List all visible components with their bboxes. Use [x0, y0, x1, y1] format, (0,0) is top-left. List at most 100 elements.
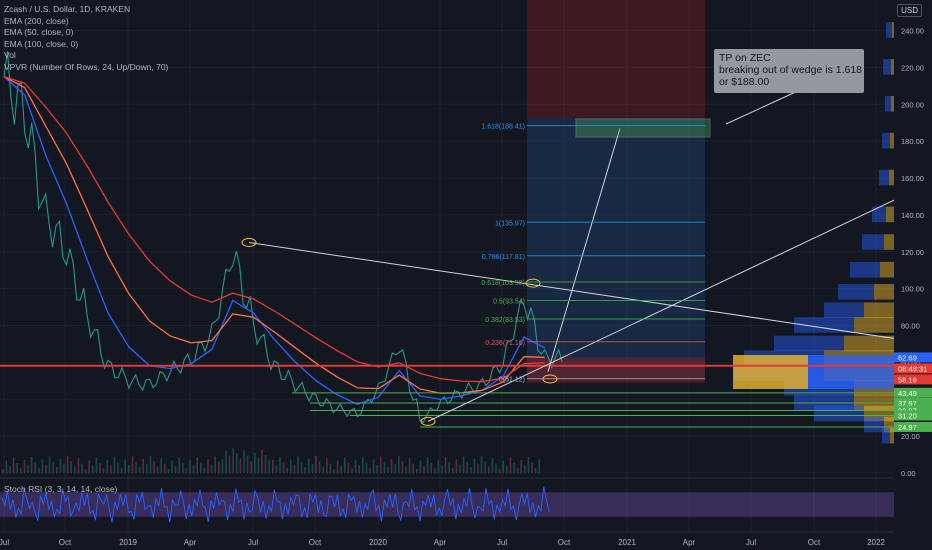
volume-bar [153, 461, 155, 473]
vpvr-up-bar [862, 234, 884, 250]
price-axis-tick: 240.00 [901, 27, 924, 36]
vpvr-down-bar [886, 206, 894, 223]
volume-bar [189, 460, 191, 473]
currency-label[interactable]: USD [897, 4, 922, 17]
volume-bar [311, 464, 314, 473]
volume-bar [516, 468, 519, 473]
volume-bar [344, 457, 346, 473]
volume-bar [135, 461, 137, 473]
vpvr-down-bar [880, 261, 894, 278]
volume-bar [387, 467, 389, 473]
volume-bar [405, 466, 407, 473]
volume-bar [491, 458, 494, 473]
time-axis-tick: Jul [746, 538, 756, 547]
volume-bar [498, 469, 501, 473]
price-tag-label: 31.20 [898, 411, 917, 420]
volume-bar [34, 462, 36, 473]
vpvr-up-bar [824, 302, 864, 319]
volume-bar [182, 463, 184, 473]
volume-bar [315, 455, 317, 473]
vpvr-down-bar [884, 234, 894, 250]
volume-bar [340, 466, 342, 473]
price-axis-tick: 220.00 [901, 63, 924, 72]
volume-bar [63, 464, 65, 473]
volume-bar [146, 464, 148, 473]
volume-bar [149, 455, 152, 473]
vpvr-up-bar [850, 261, 880, 278]
volume-bar [164, 463, 166, 473]
volume-bar [160, 458, 162, 473]
volume-bar [477, 464, 479, 473]
volume-bar [358, 465, 360, 473]
volume-bar [120, 467, 123, 473]
volume-bar [452, 467, 454, 473]
vpvr-down-bar [891, 59, 894, 75]
volume-bar [326, 458, 328, 473]
vpvr-up-bar [774, 335, 844, 352]
ema100-line [3, 76, 545, 394]
volume-bar [178, 457, 180, 473]
vpvr-up-bar [814, 405, 864, 422]
volume-bar [376, 464, 378, 473]
volume-bar [524, 465, 526, 473]
ema-lines [3, 75, 546, 406]
time-axis-tick: Oct [309, 538, 322, 547]
volume-bar [228, 456, 231, 473]
volume-bar [232, 447, 234, 473]
volume-bar [261, 449, 263, 473]
volume-bar [290, 459, 292, 473]
volume-bar [351, 468, 353, 473]
volume-bar [106, 460, 108, 473]
volume-bar [362, 457, 364, 473]
time-axis-tick: Oct [59, 538, 72, 547]
volume-bar [354, 460, 357, 473]
volume-bar [401, 461, 404, 473]
price-tag-label: 43.49 [898, 389, 917, 398]
volume-bar [534, 467, 537, 473]
volume-bar [390, 458, 393, 473]
volume-bar [2, 469, 4, 473]
vpvr-up-bar [883, 59, 891, 75]
vpvr-down-bar [892, 22, 894, 38]
volume-bar [45, 464, 47, 473]
indicator-ema50[interactable]: EMA (50, close, 0) [4, 27, 168, 39]
callout-pointer [725, 89, 801, 125]
volume-bar [275, 465, 278, 473]
time-axis-tick: Apr [184, 538, 197, 547]
time-axis-tick: 2021 [618, 538, 636, 547]
fib-level-label: 1(135.97) [495, 220, 525, 227]
volume-bar [113, 457, 116, 473]
ema50-line [3, 76, 546, 406]
volume-bar [66, 455, 69, 473]
volume-bar [95, 457, 98, 473]
tp-callout[interactable]: TP on ZEC breaking out of wedge is 1.618… [714, 49, 864, 93]
volume-bar [128, 464, 130, 473]
volume-bar [84, 469, 87, 473]
indicator-vpvr[interactable]: VPVR (Number Of Rows, 24, Up/Down, 70) [4, 62, 168, 74]
indicator-vol[interactable]: Vol [4, 50, 168, 62]
volume-bar [225, 450, 227, 473]
volume-bar [502, 460, 504, 473]
volume-bar [48, 456, 51, 473]
time-axis-tick: Apr [434, 538, 447, 547]
indicator-ema200[interactable]: EMA (200, close) [4, 16, 168, 28]
volume-bar [423, 466, 425, 473]
volume-bar [380, 456, 382, 473]
volume-bar [27, 465, 29, 473]
indicator-ema100[interactable]: EMA (100, close, 0) [4, 39, 168, 51]
volume-bar [466, 461, 468, 473]
volume-bar [239, 458, 242, 473]
volume-bar [304, 467, 306, 473]
volume-bar [495, 463, 497, 473]
volume-bar [455, 459, 458, 473]
chart-legend: Zcash / U.S. Dollar, 1D, KRAKEN EMA (200… [4, 4, 168, 73]
vpvr-down-bar [874, 284, 894, 300]
fib-level-label: 0.236(71.16) [485, 340, 525, 347]
stoch-rsi-pane: 100.0050.000.00 [0, 477, 924, 530]
volume-bar [257, 458, 260, 473]
rsi-legend[interactable]: Stoch RSI (3, 3, 14, 14, close) [4, 484, 117, 494]
vpvr-down-bar [889, 169, 894, 186]
volume-bar [185, 468, 188, 473]
fib-level-label: 1.618(188.41) [481, 124, 525, 131]
volume-bar [412, 463, 414, 473]
